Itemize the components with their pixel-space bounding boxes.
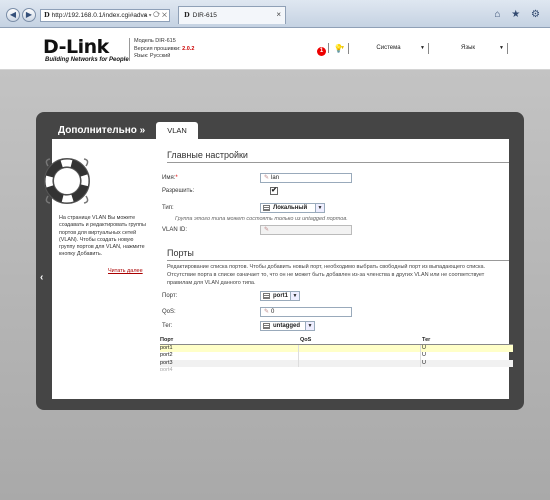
browser-toolbar: ◀ ▶ Dhttp://192.168.0.1/index.cgi#adva ⌕… [0,0,550,28]
qos-label: QoS: [162,309,176,315]
type-label: Тип: [162,205,174,211]
breadcrumb-advanced[interactable]: Дополнительно » [58,125,145,136]
tab-close-icon[interactable]: × [276,7,281,23]
chevron-down-icon: ▼ [290,292,299,300]
table-row[interactable]: port3 U [160,359,513,367]
back-arrow-icon: ◀ [9,10,17,19]
enable-label: Разрешить: [162,188,195,194]
table-header: Порт QoS Тег [160,337,513,345]
list-icon [263,293,270,299]
chevron-down-icon: ▼ [315,204,324,212]
main-settings-title: Главные настройки [167,150,509,163]
enable-checkbox[interactable]: ✔ [270,187,278,195]
logo-tagline: Building Networks for People [45,57,129,63]
name-label: Имя:* [162,175,178,181]
bulb-menu[interactable]: 💡 ▼ [328,43,348,53]
type-hint: Группа этого типа может состоять только … [175,216,348,222]
name-field[interactable]: ✎ lan [260,173,352,183]
notification-badge[interactable]: 1 [317,47,326,56]
tag-label: Тег: [162,323,173,329]
forward-arrow-icon: ▶ [25,10,33,19]
firmware-version-link[interactable]: 2.0.2 [182,46,194,52]
tab-title: DIR-615 [192,12,217,19]
site-favicon: D [44,11,50,19]
menu-language[interactable]: Язык ▼ [428,43,508,54]
device-info: Модель DIR-615 Версия прошивки: 2.0.2 Яз… [129,38,194,61]
firmware-line: Версия прошивки: 2.0.2 [134,45,195,52]
col-qos-header: QoS [300,337,312,343]
dlink-logo: D-Link [43,36,109,58]
type-select[interactable]: Локальный ▼ [260,203,325,213]
tab-vlan[interactable]: VLAN [156,122,198,140]
chevron-down-icon: ▼ [340,45,345,51]
pencil-icon: ✎ [264,227,270,233]
address-text: http://192.168.0.1/index.cgi#adva [51,12,148,19]
menu-system[interactable]: Система ▼ [348,43,428,54]
list-icon [263,205,270,211]
vlanid-field[interactable]: ✎ [260,225,352,235]
table-row[interactable]: port1 U [160,344,513,352]
browser-tab[interactable]: D DIR-615 × [178,6,286,24]
chevron-down-icon: ▼ [499,45,504,51]
ports-description: Редактирование списка портов. Чтобы доба… [167,264,486,286]
back-button[interactable]: ◀ [6,8,20,22]
forward-button[interactable]: ▶ [22,8,36,22]
ports-table: Порт QoS Тег port1 U port2 U port3 U por… [160,337,513,371]
address-bar[interactable]: Dhttp://192.168.0.1/index.cgi#adva ⌕ ▾ ⟳… [40,9,170,22]
port-label: Порт: [162,293,178,299]
pencil-icon: ✎ [264,309,270,315]
chevron-down-icon: ▼ [305,322,314,330]
home-star-gear-icon[interactable]: ⌂ ★ ⚙ [494,9,544,20]
col-tag-header: Тег [422,337,431,343]
table-row[interactable]: port2 U [160,352,513,360]
chevron-down-icon: ▼ [420,45,425,51]
list-icon [263,323,270,329]
ports-title: Порты [167,248,509,261]
read-more-link[interactable]: Читать далее [108,268,143,274]
language-line: Язык: Русский [134,53,171,59]
lifebuoy-icon [44,158,90,204]
model-line: Модель DIR-615 [134,38,176,44]
page-header: D-Link Building Networks for People Моде… [0,28,550,70]
table-row[interactable]: port4 [160,367,513,371]
port-select[interactable]: port1 ▼ [260,291,300,301]
help-text: На странице VLAN Вы можете создавать и р… [59,215,146,258]
col-port-header: Порт [160,337,174,343]
back-nav-arrow-icon[interactable]: ‹ [40,272,43,283]
address-tools-icon[interactable]: ⌕ ▾ ⟳ ✕ [143,10,167,21]
qos-field[interactable]: ✎ 0 [260,307,352,317]
tab-favicon: D [184,11,190,19]
tag-select[interactable]: untagged ▼ [260,321,315,331]
vlanid-label: VLAN ID: [162,227,188,233]
pencil-icon: ✎ [264,175,270,181]
